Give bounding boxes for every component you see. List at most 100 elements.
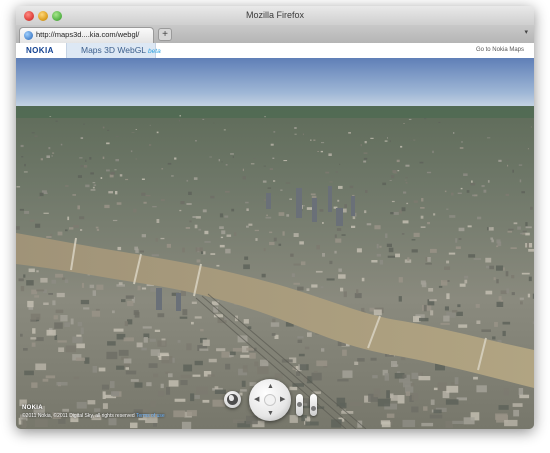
building-block bbox=[104, 204, 110, 209]
building-block bbox=[502, 330, 506, 337]
building-block bbox=[149, 338, 156, 342]
building-block bbox=[388, 247, 394, 253]
building-block bbox=[30, 313, 41, 320]
pan-left-arrow-icon[interactable]: ◀ bbox=[254, 396, 259, 403]
building-block bbox=[272, 318, 276, 323]
building-block bbox=[408, 118, 412, 120]
building-block bbox=[148, 363, 158, 368]
distant-horizon bbox=[16, 106, 534, 118]
building-block bbox=[192, 216, 197, 218]
building-block bbox=[376, 243, 379, 249]
zoom-slider[interactable] bbox=[296, 394, 303, 416]
building-block bbox=[364, 141, 367, 144]
tab-list-button[interactable]: ▾ bbox=[524, 28, 528, 36]
building-block bbox=[423, 406, 428, 411]
building-block bbox=[427, 257, 431, 262]
building-block bbox=[506, 159, 509, 161]
building-block bbox=[265, 216, 272, 219]
building-block bbox=[386, 243, 392, 247]
pan-right-arrow-icon[interactable]: ▶ bbox=[280, 396, 285, 403]
building-block bbox=[453, 132, 455, 134]
building-block bbox=[136, 342, 143, 348]
building-block bbox=[55, 120, 58, 122]
building-block bbox=[452, 420, 464, 424]
building-block bbox=[58, 347, 65, 352]
building-block bbox=[101, 384, 109, 390]
building-block bbox=[45, 375, 56, 379]
building-block bbox=[278, 243, 282, 246]
building-block bbox=[202, 209, 207, 213]
building-block bbox=[263, 248, 266, 252]
building-block bbox=[269, 168, 273, 170]
building-block bbox=[429, 414, 443, 419]
building-block bbox=[329, 181, 333, 183]
building-block bbox=[338, 274, 346, 279]
tilt-slider[interactable] bbox=[310, 394, 317, 416]
building-block bbox=[385, 233, 388, 238]
zoom-slider-handle[interactable] bbox=[297, 402, 302, 407]
building-block bbox=[496, 301, 504, 307]
globe-view-button[interactable] bbox=[224, 391, 241, 408]
building-block bbox=[196, 386, 208, 395]
nokia-logo[interactable]: NOKIA bbox=[26, 46, 54, 55]
building-block bbox=[437, 382, 447, 391]
building-block bbox=[489, 265, 494, 270]
building-block bbox=[526, 242, 529, 248]
pan-compass-control[interactable]: ▲ ▼ ◀ ▶ bbox=[249, 379, 291, 421]
map-3d-viewport[interactable]: ▲ ▼ ◀ ▶ NOKIA ©2011 Nokia, ©2011 Digital… bbox=[16, 58, 534, 429]
building-block bbox=[75, 357, 86, 361]
building-block bbox=[248, 223, 253, 226]
building-block bbox=[451, 192, 454, 196]
building-block bbox=[246, 208, 249, 211]
building-block bbox=[182, 247, 185, 253]
building-block bbox=[204, 241, 211, 243]
tab-maps3d[interactable]: http://maps3d....kia.com/webgl/ bbox=[19, 27, 154, 43]
building-block bbox=[26, 280, 34, 286]
building-block bbox=[213, 122, 215, 124]
building-block bbox=[266, 214, 268, 217]
building-block bbox=[254, 361, 259, 367]
building-block bbox=[438, 285, 443, 288]
building-block bbox=[487, 180, 490, 183]
window-titlebar[interactable]: Mozilla Firefox bbox=[16, 6, 534, 25]
building-block bbox=[116, 202, 122, 205]
pan-down-arrow-icon[interactable]: ▼ bbox=[267, 410, 274, 417]
building-block bbox=[328, 153, 332, 156]
building-block bbox=[178, 119, 180, 122]
go-to-nokia-maps-link[interactable]: Go to Nokia Maps bbox=[476, 47, 524, 53]
tilt-slider-handle[interactable] bbox=[311, 406, 316, 411]
terms-of-use-link[interactable]: Terms of use bbox=[136, 413, 165, 419]
new-tab-button[interactable]: + bbox=[158, 28, 172, 41]
skyscraper bbox=[156, 288, 162, 310]
building-block bbox=[430, 310, 434, 316]
building-block bbox=[60, 315, 68, 322]
building-block bbox=[360, 144, 362, 147]
building-block bbox=[317, 151, 319, 152]
building-block bbox=[137, 285, 141, 291]
building-block bbox=[64, 279, 69, 283]
building-block bbox=[191, 321, 194, 325]
building-block bbox=[21, 156, 24, 158]
building-block bbox=[207, 374, 215, 377]
pan-up-arrow-icon[interactable]: ▲ bbox=[267, 383, 274, 390]
building-block bbox=[373, 309, 382, 316]
building-block bbox=[177, 340, 181, 343]
building-block bbox=[244, 256, 249, 260]
building-block bbox=[83, 165, 88, 168]
building-block bbox=[117, 246, 122, 251]
building-block bbox=[202, 118, 205, 120]
building-block bbox=[525, 222, 528, 227]
building-block bbox=[299, 241, 304, 245]
building-block bbox=[339, 163, 341, 165]
building-block bbox=[313, 139, 316, 141]
building-block bbox=[374, 225, 381, 230]
building-block bbox=[410, 383, 415, 387]
building-block bbox=[48, 147, 51, 150]
building-block bbox=[72, 194, 76, 196]
building-block bbox=[38, 197, 41, 199]
pan-center-button[interactable] bbox=[264, 394, 276, 406]
building-block bbox=[102, 126, 105, 129]
building-block bbox=[444, 266, 451, 270]
building-block bbox=[93, 184, 97, 186]
building-block bbox=[27, 300, 34, 308]
